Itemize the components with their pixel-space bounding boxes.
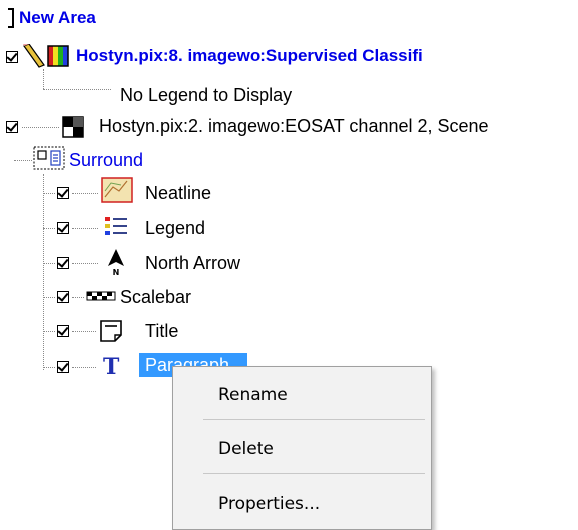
context-menu: Rename Delete Properties...: [172, 366, 432, 530]
scalebar-checkbox[interactable]: [57, 291, 69, 303]
legend-icon: [105, 217, 127, 235]
north-arrow-checkbox[interactable]: [57, 257, 69, 269]
properties-menu-item[interactable]: Properties...: [173, 484, 431, 524]
neatline-label[interactable]: Neatline: [145, 182, 211, 204]
root-node-bracket-icon: [8, 8, 14, 28]
paragraph-icon: T: [103, 354, 120, 380]
delete-menu-item-label: Delete: [218, 439, 274, 459]
layer-1-checkbox[interactable]: [6, 51, 18, 63]
title-checkbox[interactable]: [57, 325, 69, 337]
properties-menu-item-label: Properties...: [218, 494, 321, 514]
delete-menu-item[interactable]: Delete: [173, 429, 431, 469]
paragraph-checkbox[interactable]: [57, 361, 69, 373]
svg-text:N: N: [113, 268, 120, 276]
north-arrow-icon: N: [108, 249, 124, 276]
legend-checkbox[interactable]: [57, 222, 69, 234]
legend-label[interactable]: Legend: [145, 217, 205, 239]
surround-icon: [33, 146, 65, 170]
layer-1-no-legend-text: No Legend to Display: [120, 85, 293, 105]
surround-label[interactable]: Surround: [69, 149, 143, 171]
root-node-label[interactable]: New Area: [19, 7, 96, 29]
title-label[interactable]: Title: [145, 320, 178, 342]
scalebar-icon: [86, 291, 116, 301]
pencil-palette-icon: [23, 44, 69, 68]
rename-menu-item[interactable]: Rename: [173, 375, 431, 415]
menu-separator: [203, 419, 425, 420]
layer-2-checkbox[interactable]: [6, 121, 18, 133]
layer-2-label[interactable]: Hostyn.pix:2. imagewo:EOSAT channel 2, S…: [99, 115, 489, 137]
rename-menu-item-label: Rename: [218, 385, 288, 405]
layer-1-label[interactable]: Hostyn.pix:8. imagewo:Supervised Classif…: [76, 45, 423, 67]
grid-icon: [62, 116, 84, 138]
title-icon: [100, 320, 122, 342]
neatline-icon: [101, 177, 133, 203]
neatline-checkbox[interactable]: [57, 187, 69, 199]
menu-separator: [203, 473, 425, 474]
scalebar-label[interactable]: Scalebar: [120, 286, 191, 308]
north-arrow-label[interactable]: North Arrow: [145, 252, 240, 274]
